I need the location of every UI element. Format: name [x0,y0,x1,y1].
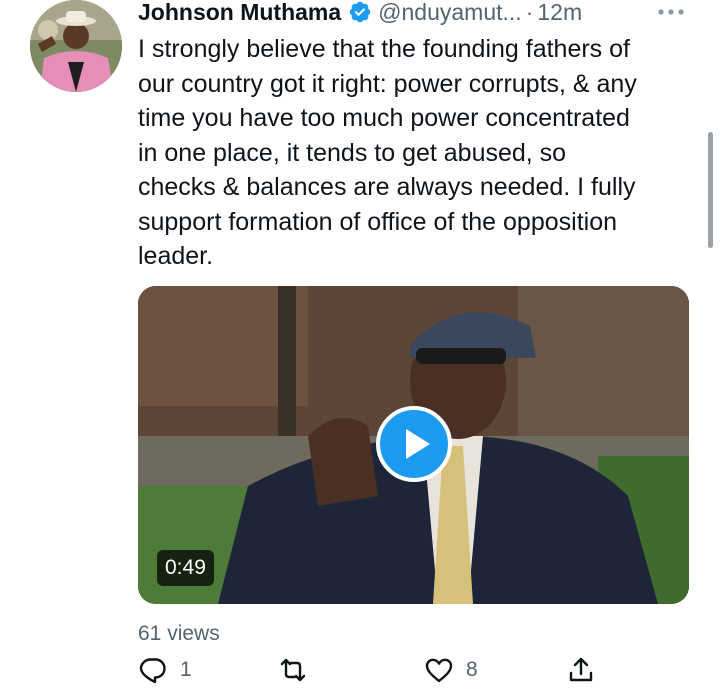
tweet-text: I strongly believe that the founding fat… [138,35,637,270]
author-avatar[interactable] [30,0,122,92]
play-button[interactable] [376,406,452,482]
like-icon [425,658,453,683]
reply-icon [139,658,166,684]
verified-badge-icon [348,0,372,24]
retweet-button[interactable] [278,652,320,688]
reply-count: 1 [180,658,192,681]
view-count[interactable]: 61 views [138,622,220,646]
tweet-timestamp[interactable]: 12m [537,0,582,26]
like-button[interactable]: 8 [424,652,478,688]
tweet-header: Johnson Muthama @nduyamut... · 12m [138,0,582,28]
retweet-icon [280,658,306,682]
video-duration: 0:49 [157,550,214,586]
play-icon [406,429,430,459]
scrollbar[interactable] [708,132,713,248]
share-icon [569,657,593,682]
tweet-actions: 1 8 [138,652,698,692]
more-icon[interactable] [654,2,688,22]
reply-button[interactable]: 1 [138,652,192,688]
share-button[interactable] [566,652,596,688]
separator-dot: · [525,0,534,25]
author-name[interactable]: Johnson Muthama [138,0,341,26]
like-count: 8 [466,658,478,681]
author-handle[interactable]: @nduyamut... [378,0,522,26]
